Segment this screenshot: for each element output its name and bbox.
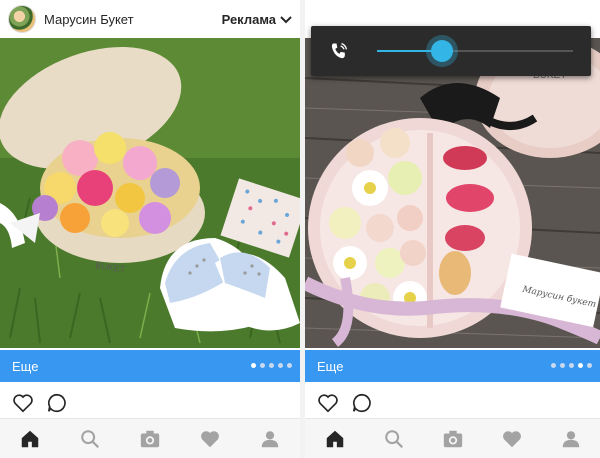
post-actions (0, 390, 68, 416)
cta-label: Еще (317, 358, 344, 374)
flower-macaron-box-photo: BUKET Марусин букет (305, 38, 600, 348)
carousel-dot (278, 363, 283, 368)
bottom-tab-bar (305, 418, 600, 458)
phone-volume-icon (331, 42, 348, 59)
heart-icon[interactable] (501, 428, 523, 450)
home-icon[interactable] (19, 428, 41, 450)
profile-icon[interactable] (259, 428, 281, 450)
carousel-dot (587, 363, 592, 368)
post-right: BUKET Марусин букет (305, 0, 600, 458)
sponsored-menu[interactable]: Реклама (222, 12, 292, 27)
volume-slider-handle[interactable] (430, 40, 453, 62)
heart-icon[interactable] (199, 428, 221, 450)
carousel-dot (560, 363, 565, 368)
heart-icon[interactable] (317, 392, 339, 414)
carousel-dot (251, 363, 256, 368)
search-icon[interactable] (79, 428, 101, 450)
heart-icon[interactable] (12, 392, 34, 414)
flower-box-shoes-photo: BUKET (0, 38, 300, 348)
carousel-dot (287, 363, 292, 368)
post-photo[interactable]: BUKET Марусин букет (305, 38, 600, 348)
search-icon[interactable] (383, 428, 405, 450)
volume-overlay[interactable] (311, 26, 591, 76)
avatar[interactable] (8, 5, 36, 33)
cta-bar[interactable]: Еще (305, 350, 600, 382)
carousel-dot (569, 363, 574, 368)
profile-icon[interactable] (560, 428, 582, 450)
account-name[interactable]: Марусин Букет (44, 12, 134, 27)
comment-icon[interactable] (351, 392, 373, 414)
comment-icon[interactable] (46, 392, 68, 414)
cta-label: Еще (12, 358, 39, 374)
post-header: Марусин Букет Реклама (0, 0, 300, 38)
home-icon[interactable] (324, 428, 346, 450)
post-photo[interactable]: BUKET (0, 38, 300, 348)
camera-icon[interactable] (442, 428, 464, 450)
chevron-down-icon (280, 16, 292, 24)
carousel-dot (269, 363, 274, 368)
post-left: Марусин Букет Реклама BUKET Еще (0, 0, 300, 458)
carousel-dot (578, 363, 583, 368)
bottom-tab-bar (0, 418, 300, 458)
carousel-dot (551, 363, 556, 368)
carousel-dots (551, 363, 592, 368)
carousel-dots (251, 363, 292, 368)
sponsored-label: Реклама (221, 11, 276, 27)
cta-bar[interactable]: Еще (0, 350, 300, 382)
carousel-dot (260, 363, 265, 368)
camera-icon[interactable] (139, 428, 161, 450)
post-actions (305, 390, 373, 416)
